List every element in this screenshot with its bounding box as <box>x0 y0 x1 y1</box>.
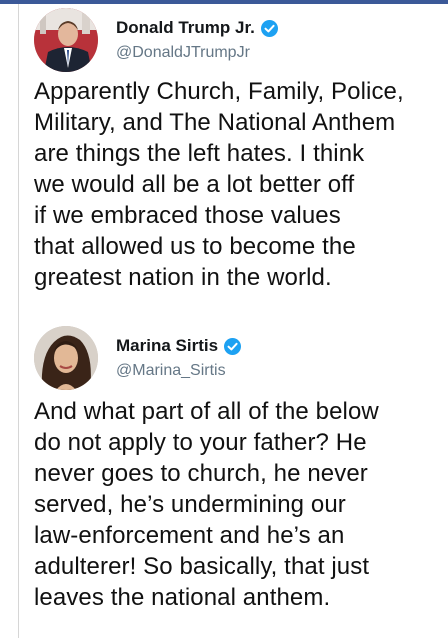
author-handle[interactable]: @Marina_Sirtis <box>116 362 226 380</box>
avatar[interactable] <box>34 326 98 390</box>
tweet-thread: Donald Trump Jr. @DonaldJTrumpJr Apparen… <box>18 4 446 638</box>
tweet-text: Apparently Church, Family, Police, Milit… <box>34 78 404 291</box>
avatar-photo-icon <box>34 8 98 72</box>
author-handle[interactable]: @DonaldJTrumpJr <box>116 44 250 62</box>
tweet-header: Marina Sirtis @Marina_Sirtis <box>34 326 434 392</box>
author-name[interactable]: Marina Sirtis <box>116 336 218 356</box>
author-name-row: Donald Trump Jr. <box>116 18 278 38</box>
avatar-photo-icon <box>34 326 98 390</box>
verified-badge-icon <box>260 19 278 37</box>
frame-border <box>18 4 19 638</box>
author-name[interactable]: Donald Trump Jr. <box>116 18 255 38</box>
tweet-text: And what part of all of the below do not… <box>34 398 379 611</box>
verified-badge-icon <box>224 337 242 355</box>
author-name-row: Marina Sirtis <box>116 336 242 356</box>
avatar[interactable] <box>34 8 98 72</box>
tweet-header: Donald Trump Jr. @DonaldJTrumpJr <box>34 8 434 74</box>
